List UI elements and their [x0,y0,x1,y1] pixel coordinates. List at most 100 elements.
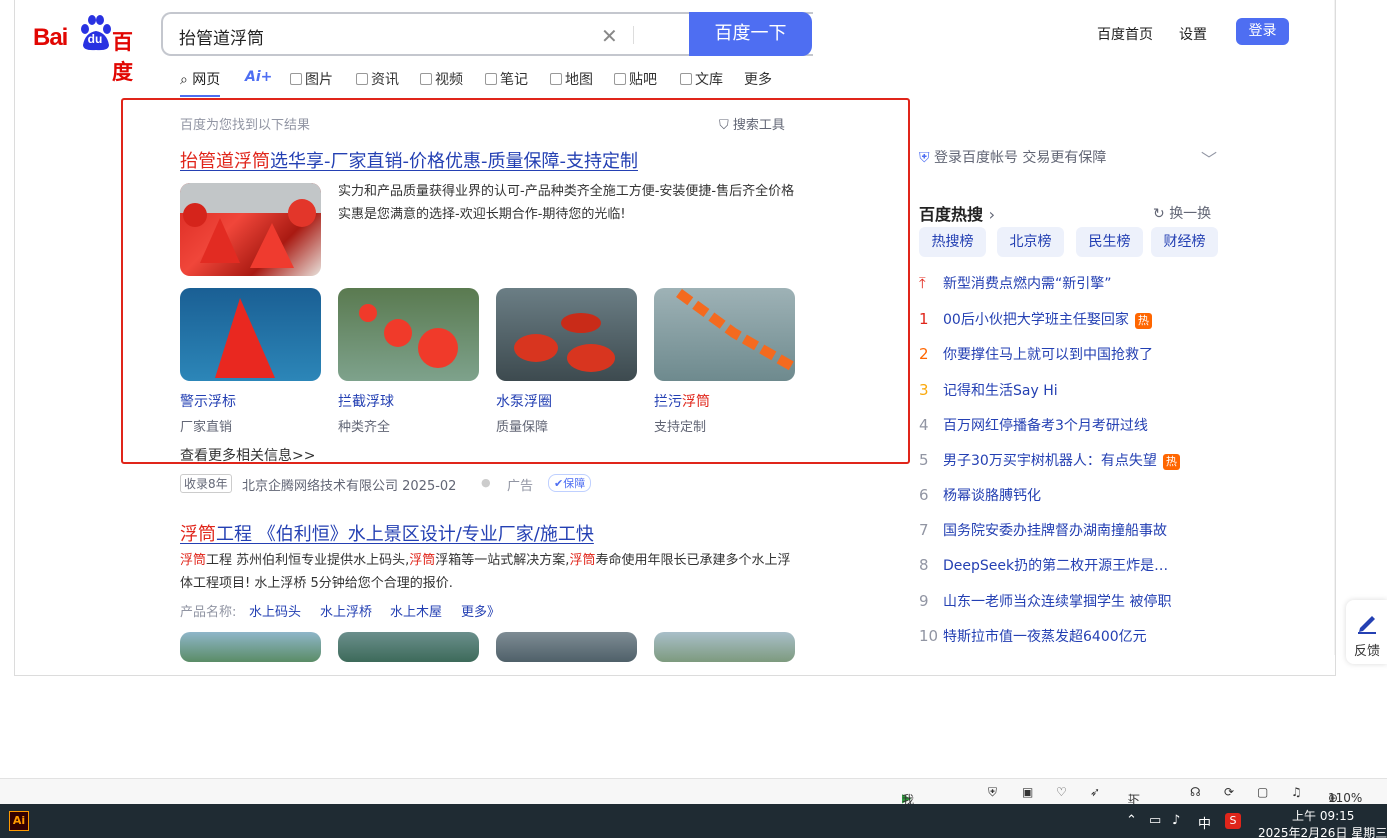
hot-item[interactable]: 5 男子30万买宇树机器人：有点失望热 [919,450,1180,470]
ad-description: 实力和产品质量获得业界的认可-产品种类齐全施工方便-安装便捷-售后齐全价格实惠是… [338,184,795,222]
refresh-icon: ↻ [1153,206,1165,222]
scrollbar[interactable] [1334,0,1335,655]
card-image-4[interactable] [654,288,795,381]
login-tip[interactable]: ⛨ 登录百度帐号 交易更有保障 [919,147,1106,167]
tab-images[interactable]: 图片 [290,69,333,97]
tab-map[interactable]: 地图 [550,69,593,97]
card-title-3[interactable]: 水泵浮圈 [496,391,552,411]
login-button[interactable]: 登录 [1236,18,1289,45]
rocket-icon[interactable]: ➶ [1090,785,1100,799]
pill-hot[interactable]: 热搜榜 [919,227,986,257]
pill-finance[interactable]: 财经榜 [1151,227,1218,257]
search-button[interactable]: 百度一下 [689,12,812,56]
result2-description: 浮筒工程 苏州伯利恒专业提供水上码头,浮筒浮箱等一站式解决方案,浮筒寿命使用年限… [180,553,791,591]
logo-bai: Bai [33,24,68,51]
speaker-icon[interactable]: ♪ [1172,813,1180,828]
hot-item[interactable]: 4 百万网红停播备考3个月考研过线 [919,415,1148,435]
hot-item[interactable]: 2 你要撑住马上就可以到中国抢救了 [919,344,1153,364]
tray-chevron-up-icon[interactable]: ⌃ [1126,813,1137,828]
result2-image-3[interactable] [496,632,637,662]
tab-notes[interactable]: 笔记 [485,69,528,97]
buoy-image [180,183,321,268]
tab-more[interactable]: 更多 [744,69,772,97]
result2-image-2[interactable] [338,632,479,662]
ad-main-image[interactable] [180,183,321,276]
hot-top-item[interactable]: ⤒ 新型消费点燃内需“新引擎” [919,273,1112,293]
product-link-3[interactable]: 水上木屋 [390,601,442,620]
pill-beijing[interactable]: 北京榜 [997,227,1064,257]
card-title-4[interactable]: 拦污浮筒 [654,391,710,411]
card-sub-4: 支持定制 [654,420,707,435]
check-icon: ✔ [554,477,564,490]
tab-ai[interactable]: Ai+ [245,69,272,97]
volume-icon[interactable]: ♫ [1291,785,1302,799]
card-sub-3: 质量保障 [496,420,549,435]
tab-news[interactable]: 资讯 [356,69,399,97]
result2-image-4[interactable] [654,632,795,662]
doc-icon [680,73,692,85]
product-link-1[interactable]: 水上码头 [249,601,301,620]
sogou-icon[interactable]: S [1225,813,1241,829]
settings-link[interactable]: 设置 [1179,27,1207,43]
clock-time[interactable]: 上午 09:15 [1292,807,1354,824]
hot-item[interactable]: 7 国务院安委办挂牌督办湖南撞船事故 [919,520,1167,540]
tab-wenku[interactable]: 文库 [680,69,723,97]
result2-title[interactable]: 浮筒工程 《伯利恒》水上景区设计/专业厂家/施工快 [180,520,594,546]
wifi-icon[interactable]: ☊ [1190,785,1201,799]
product-link-2[interactable]: 水上浮桥 [320,601,372,620]
chevron-right-icon: › [988,205,995,224]
card-image-3[interactable] [496,288,637,381]
home-link[interactable]: 百度首页 [1097,27,1153,43]
taskbar: Ai ⌃ ▭ ♪ 中 S 上午 09:15 2025年2月26日 星期三 [0,804,1387,838]
hot-item[interactable]: 9 山东一老师当众连续掌掴学生 被停职 [919,591,1171,611]
ad-title[interactable]: 抬管道浮筒选华享-厂家直销-价格优惠-质量保障-支持定制 [180,147,638,173]
card-image-1[interactable] [180,288,321,381]
hot-item[interactable]: 3 记得和生活Say Hi [919,380,1058,400]
hot-item[interactable]: 6 杨幂谈胳膊钙化 [919,485,1041,505]
hot-item[interactable]: 1 00后小伙把大学班主任娶回家热 [919,309,1152,329]
chevron-down-icon[interactable]: ﹀ [1201,146,1217,170]
guarantee-badge: ✔保障 [548,474,592,492]
tab-video[interactable]: 视频 [420,69,463,97]
illustrator-app-icon[interactable]: Ai [9,811,29,831]
pill-minsheng[interactable]: 民生榜 [1076,227,1143,257]
ad-company: 北京企腾网络技术有限公司 2025-02 [242,479,457,494]
heart-icon[interactable]: ♡ [1056,785,1067,799]
baidu-logo[interactable]: Bai du 百度 [33,12,149,84]
screenshot-icon[interactable]: ▣ [1022,785,1033,799]
card-title-2[interactable]: 拦截浮球 [338,391,394,411]
feedback-button[interactable]: 反馈 [1346,600,1387,664]
sync-icon[interactable]: ⟳ [1224,785,1234,799]
ime-indicator[interactable]: 中 [1198,813,1211,832]
hot-item[interactable]: 8 DeepSeek扔的第二枚开源王炸是… [919,555,1168,575]
clock-date[interactable]: 2025年2月26日 星期三 [1258,824,1387,838]
more-info-link[interactable]: 查看更多相关信息>> [180,445,315,465]
product-link-more[interactable]: 更多》 [461,601,500,620]
window-icon[interactable]: ▢ [1257,785,1268,799]
network-icon[interactable]: ▭ [1149,813,1161,828]
news-icon [356,73,368,85]
shield-status-icon[interactable]: ⛨ [988,785,997,800]
ad-label: 广告 [507,479,534,494]
logo-du: du [87,32,103,46]
years-badge: 收录8年 [180,474,232,493]
hot-item[interactable]: 10 特斯拉市值一夜蒸发超6400亿元 [919,626,1147,646]
card-title-1[interactable]: 警示浮标 [180,391,236,411]
float-ball-image [359,304,458,368]
map-icon [550,73,562,85]
info-icon[interactable]: ● [481,476,491,489]
card-image-2[interactable] [338,288,479,381]
pin-icon: ⤒ [919,274,926,292]
browser-page: Bai du 百度 抬管道浮筒 ✕ 百度一下 百度首页 设置 登录 ⌕ 网页 Ai… [14,0,1336,676]
tab-web[interactable]: ⌕ 网页 [180,69,221,97]
result2-image-1[interactable] [180,632,321,662]
search-divider [633,26,634,44]
tab-tieba[interactable]: 贴吧 [614,69,657,97]
refresh-button[interactable]: ↻ 换一换 [1153,203,1211,223]
clear-icon[interactable]: ✕ [601,24,618,48]
pump-float-image [514,313,615,372]
hot-search-title[interactable]: 百度热搜 › [919,201,995,225]
status-bar: ▶我的视频 ⛨ ▣ ♡ ➶ ⤓下载 ☊ ⟳ ▢ ♫ ⊕110% [0,778,1387,838]
search-icon: ⌕ [180,72,188,88]
search-input[interactable]: 抬管道浮筒 [179,24,264,49]
